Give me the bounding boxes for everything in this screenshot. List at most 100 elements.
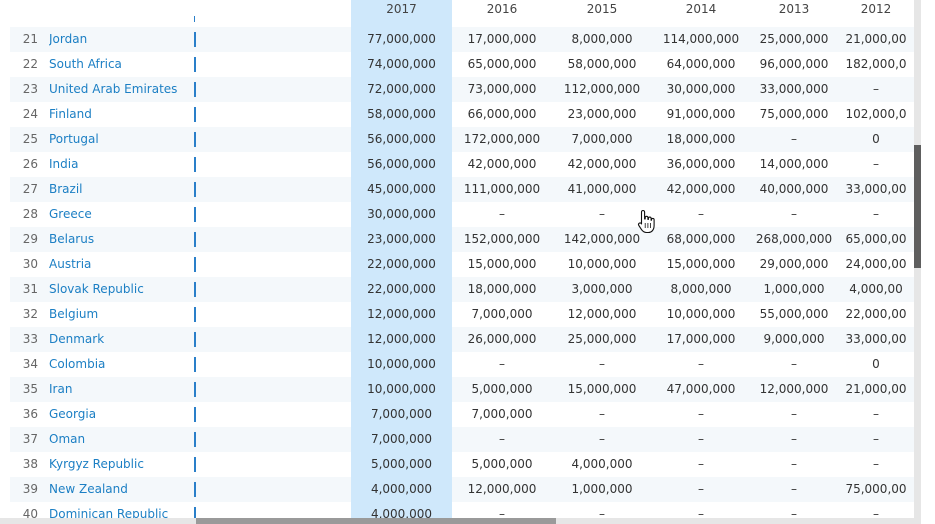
table-row: 34 Colombia 10,000,000 – – – – 0 (0, 352, 914, 377)
value-cell-2015: 8,000,000 (571, 32, 633, 46)
country-link[interactable]: Greece (49, 202, 194, 227)
bar-marker (194, 407, 196, 422)
value-cell-2017: 22,000,000 (367, 257, 436, 271)
country-link[interactable]: Colombia (49, 352, 194, 377)
value-cell-2012: 0 (872, 357, 880, 371)
value-cell-2017: 74,000,000 (367, 57, 436, 71)
value-cell-2017: 10,000,000 (367, 357, 436, 371)
country-link[interactable]: Slovak Republic (49, 277, 194, 302)
bar-marker (194, 282, 196, 297)
row-rank: 22 (22, 57, 38, 71)
bar-marker (194, 382, 196, 397)
value-cell-2014: 10,000,000 (666, 307, 736, 321)
country-link[interactable]: Belarus (49, 227, 194, 252)
country-link[interactable]: Denmark (49, 327, 194, 352)
vertical-scrollbar[interactable] (914, 0, 921, 524)
row-rank: 25 (22, 132, 38, 146)
vertical-scrollbar-thumb[interactable] (914, 145, 921, 268)
value-cell-2014: – (698, 482, 704, 496)
column-header-2017[interactable]: 2017 (351, 0, 452, 20)
value-cell-2012: 33,000,00 (845, 182, 907, 196)
table-row: 25 Portugal 56,000,000 172,000,000 7,000,000… (0, 127, 914, 152)
value-cell-2014: 47,000,000 (666, 382, 736, 396)
country-link[interactable]: Belgium (49, 302, 194, 327)
value-cell-2017: 22,000,000 (367, 282, 436, 296)
column-header-2016[interactable]: 2016 (452, 0, 552, 20)
value-cell-2014: – (698, 207, 704, 221)
row-rank: 39 (22, 482, 38, 496)
country-link[interactable]: Oman (49, 427, 194, 452)
country-link[interactable]: Iran (49, 377, 194, 402)
row-rank: 37 (22, 432, 38, 446)
country-link[interactable]: South Africa (49, 52, 194, 77)
row-rank: 23 (22, 82, 38, 96)
country-link[interactable]: Kyrgyz Republic (49, 452, 194, 477)
value-cell-2013: – (791, 132, 797, 146)
value-cell-2013: 9,000,000 (763, 332, 825, 346)
horizontal-scrollbar[interactable] (0, 518, 914, 524)
bar-marker (194, 182, 196, 197)
bar-marker (194, 357, 196, 372)
value-cell-2012: – (873, 457, 879, 471)
value-cell-2016: 17,000,000 (467, 32, 537, 46)
row-rank: 33 (22, 332, 38, 346)
value-cell-2017: 56,000,000 (367, 157, 436, 171)
value-cell-2016: 73,000,000 (467, 82, 537, 96)
country-link[interactable]: Portugal (49, 127, 194, 152)
value-cell-2015: 1,000,000 (571, 482, 633, 496)
value-cell-2013: 29,000,000 (759, 257, 829, 271)
value-cell-2012: – (873, 157, 879, 171)
value-cell-2016: – (499, 432, 505, 446)
value-cell-2014: 17,000,000 (666, 332, 736, 346)
value-cell-2015: 41,000,000 (567, 182, 637, 196)
column-header-2013[interactable]: 2013 (750, 0, 838, 20)
country-link[interactable]: Brazil (49, 177, 194, 202)
value-cell-2017: 45,000,000 (367, 182, 436, 196)
column-header-2015[interactable]: 2015 (552, 0, 652, 20)
value-cell-2017: 30,000,000 (367, 207, 436, 221)
value-cell-2013: 33,000,000 (759, 82, 829, 96)
value-cell-2013: – (791, 407, 797, 421)
value-cell-2015: 12,000,000 (567, 307, 637, 321)
row-rank: 28 (22, 207, 38, 221)
value-cell-2015: 42,000,000 (567, 157, 637, 171)
table-row: 38 Kyrgyz Republic 5,000,000 5,000,000 4,000… (0, 452, 914, 477)
value-cell-2013: – (791, 482, 797, 496)
value-cell-2013: 40,000,000 (759, 182, 829, 196)
value-cell-2016: 15,000,000 (467, 257, 537, 271)
value-cell-2012: – (873, 432, 879, 446)
bar-marker (194, 257, 196, 272)
value-cell-2012: 21,000,00 (845, 32, 907, 46)
table-row: 21 Jordan 77,000,000 17,000,000 8,000,000 114… (0, 27, 914, 52)
country-link[interactable]: Jordan (49, 27, 194, 52)
value-cell-2015: 25,000,000 (567, 332, 637, 346)
row-rank: 35 (22, 382, 38, 396)
country-link[interactable]: Austria (49, 252, 194, 277)
country-link[interactable]: India (49, 152, 194, 177)
data-table-viewport: 2017 2016 2015 2014 2013 2012 21 Jordan 77… (0, 0, 935, 524)
value-cell-2017: 58,000,000 (367, 107, 436, 121)
country-link[interactable]: New Zealand (49, 477, 194, 502)
row-rank: 34 (22, 357, 38, 371)
country-link[interactable]: Finland (49, 102, 194, 127)
bar-marker (194, 482, 196, 497)
table-row: 26 India 56,000,000 42,000,000 42,000,000 36,… (0, 152, 914, 177)
row-rank: 21 (22, 32, 38, 46)
value-cell-2014: 8,000,000 (670, 282, 732, 296)
header-column-divider (194, 16, 195, 22)
value-cell-2015: 112,000,000 (563, 82, 641, 96)
row-rank: 30 (22, 257, 38, 271)
column-header-2012[interactable]: 2012 (838, 0, 914, 20)
value-cell-2013: 268,000,000 (755, 232, 833, 246)
horizontal-scrollbar-thumb[interactable] (196, 518, 556, 524)
value-cell-2015: – (599, 407, 605, 421)
country-link[interactable]: United Arab Emirates (49, 77, 194, 102)
table-row: 31 Slovak Republic 22,000,000 18,000,000 3,0… (0, 277, 914, 302)
value-cell-2014: 68,000,000 (666, 232, 736, 246)
country-link[interactable]: Georgia (49, 402, 194, 427)
column-header-2014[interactable]: 2014 (652, 0, 750, 20)
value-cell-2017: 7,000,000 (370, 407, 433, 421)
table-row: 32 Belgium 12,000,000 7,000,000 12,000,000 10… (0, 302, 914, 327)
bar-marker (194, 207, 196, 222)
value-cell-2017: 7,000,000 (370, 432, 433, 446)
